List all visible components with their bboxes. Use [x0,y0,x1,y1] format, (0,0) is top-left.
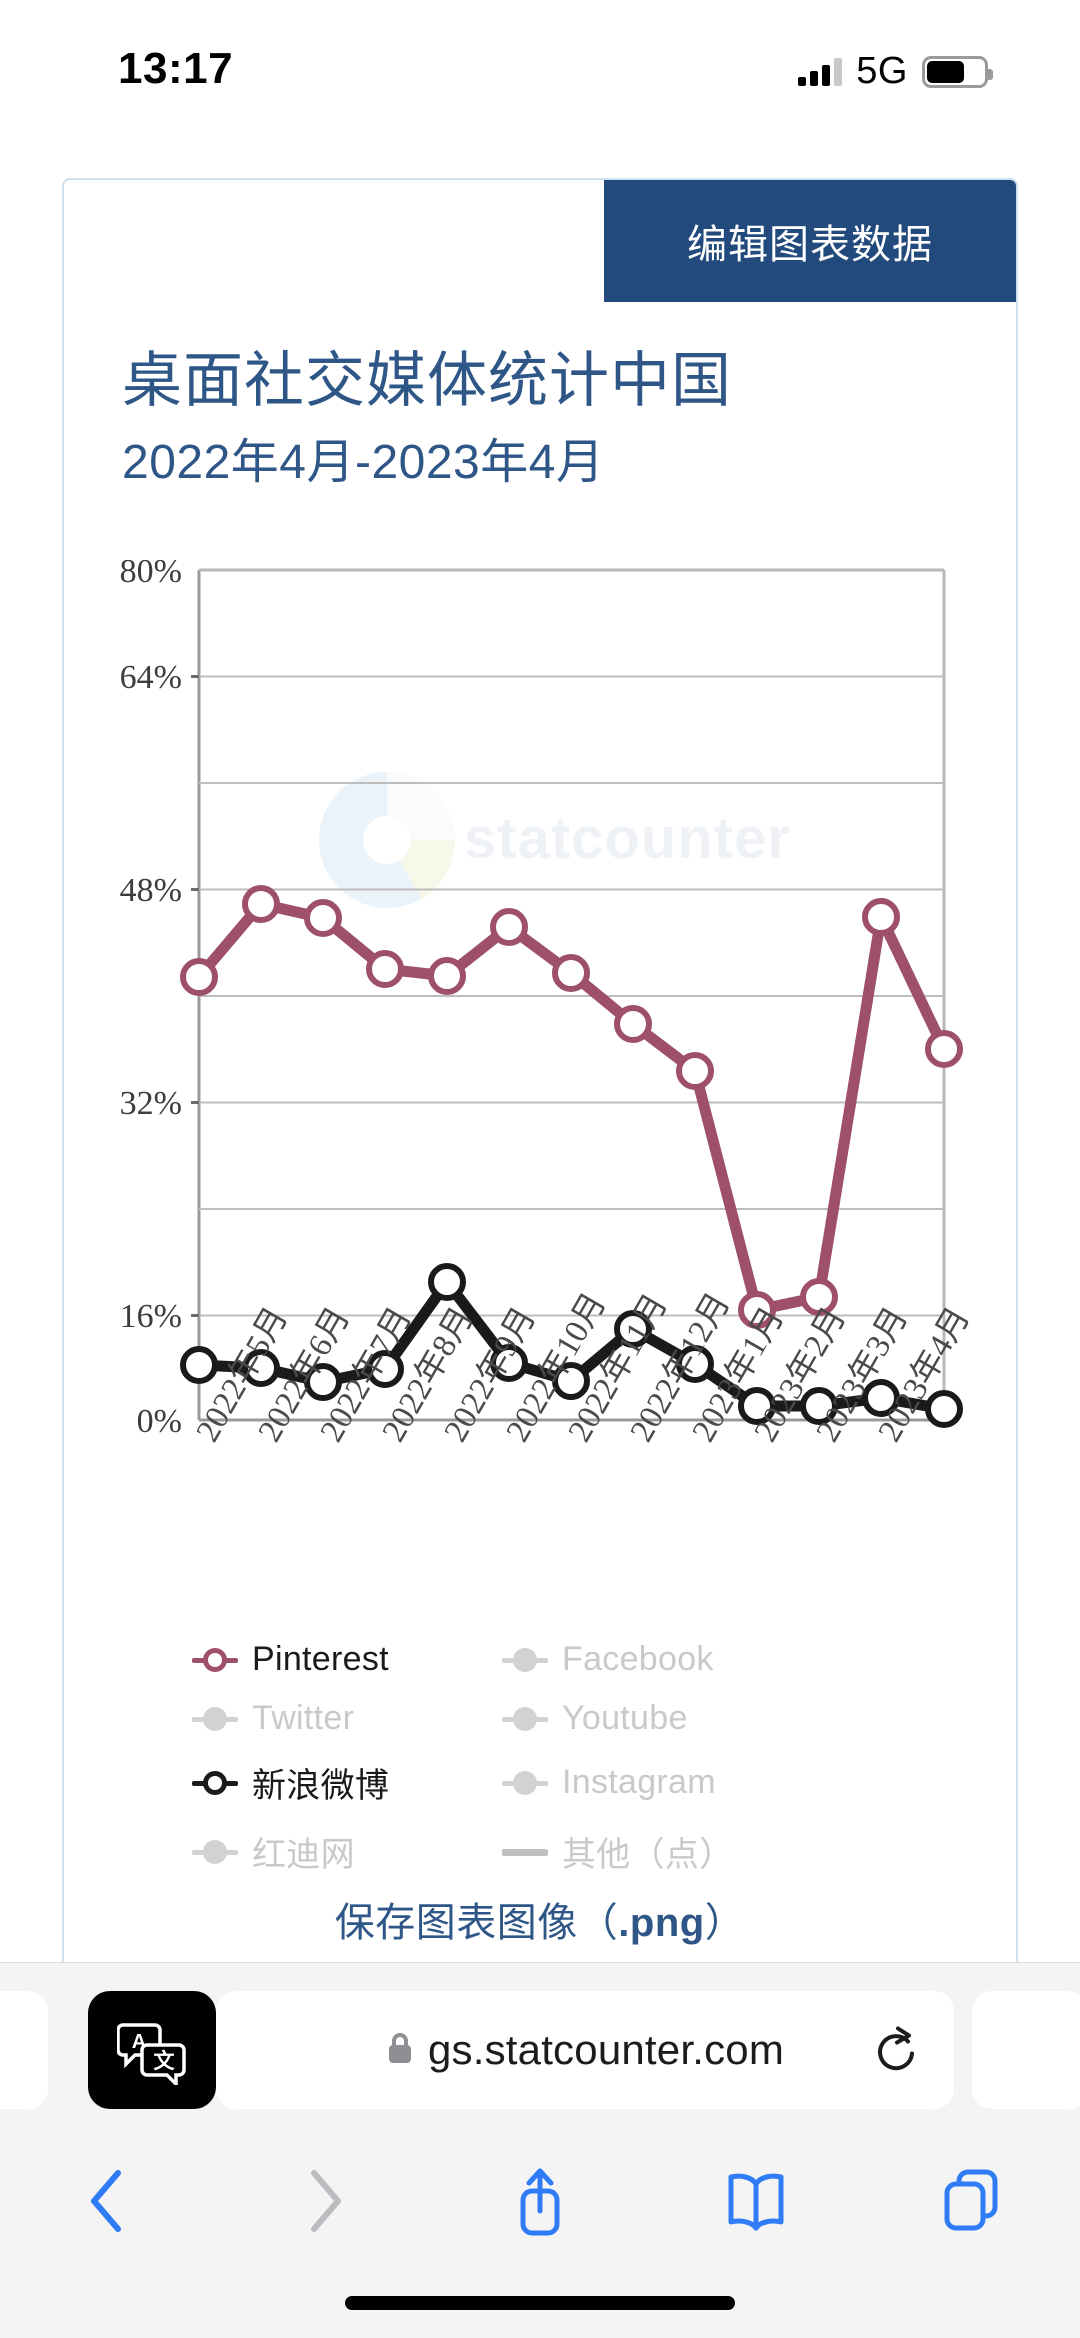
legend-marker-dot-icon [502,1646,548,1674]
forward-button[interactable] [216,2165,432,2237]
tabs-button[interactable] [864,2164,1080,2238]
share-button[interactable] [432,2163,648,2239]
address-bar[interactable]: gs.statcounter.com [216,1991,954,2109]
y-tick-48: 48% [120,872,182,909]
chart-area: statcounter 80% 64% 48% 32% 16% 0% 2022年… [64,560,1018,1680]
network-type-label: 5G [856,50,908,92]
browser-toolbar [0,2141,1080,2261]
chart-card: 编辑图表数据 桌面社交媒体统计中国 2022年4月-2023年4月 statco… [62,178,1018,1968]
phone-screen: 13:17 5G 编辑图表数据 桌面社交媒体统计中国 2022年4月-2023年… [0,0,1080,2338]
legend-item-pinterest[interactable]: Pinterest [192,1640,502,1679]
legend-label: 新浪微博 [252,1767,390,1805]
edit-chart-data-button[interactable]: 编辑图表数据 [604,180,1016,302]
legend-item-reddit[interactable]: 红迪网 [192,1827,502,1876]
back-button[interactable] [0,2165,216,2237]
legend-marker-dot-icon [502,1705,548,1733]
legend-marker-ring-icon [192,1646,238,1674]
chart-legend: Pinterest Facebook Twitter Youtube 新浪微博 … [192,1640,892,1876]
legend-item-youtube[interactable]: Youtube [502,1699,892,1738]
url-text: gs.statcounter.com [427,2026,785,2073]
legend-marker-dot-icon [502,1769,548,1797]
reload-icon [878,2026,914,2071]
legend-marker-dot-icon [192,1838,238,1866]
translate-icon: A 文 [117,2023,186,2085]
y-tick-0: 0% [137,1403,182,1440]
legend-marker-dot-icon [192,1705,238,1733]
y-axis-labels: 80% 64% 48% 32% 16% 0% [120,560,182,1440]
legend-label: Facebook [562,1640,714,1678]
edit-chart-data-label: 编辑图表数据 [687,223,933,267]
save-link-suffix: ） [704,1901,746,1945]
legend-label: Twitter [252,1699,355,1737]
legend-label: Youtube [562,1699,688,1737]
save-chart-image-link[interactable]: 保存图表图像（.png） [64,1890,1016,1948]
save-link-prefix: 保存图表图像（ [334,1901,619,1945]
translate-page-button[interactable]: A 文 [88,1991,216,2109]
status-time: 13:17 [118,44,234,93]
bookmarks-button[interactable] [648,2166,864,2236]
chart-titles: 桌面社交媒体统计中国 2022年4月-2023年4月 [122,348,732,492]
status-indicators: 5G [798,50,993,93]
tabs-icon [944,2169,998,2231]
svg-text:statcounter: statcounter [464,806,791,871]
legend-label: 其他（点） [562,1836,734,1874]
legend-label: 红迪网 [252,1836,355,1874]
legend-item-twitter[interactable]: Twitter [192,1699,502,1738]
cellular-bars-icon [798,57,843,86]
y-tick-80: 80% [120,560,182,590]
statcounter-watermark: statcounter [319,772,791,908]
next-tab-edge[interactable] [972,1991,1080,2109]
svg-text:文: 文 [154,2049,176,2073]
legend-item-other[interactable]: 其他（点） [502,1827,892,1876]
battery-icon [922,55,993,88]
status-bar: 13:17 5G [0,0,1080,140]
chevron-right-icon [311,2170,341,2232]
lock-icon [386,2030,414,2071]
y-tick-16: 16% [120,1298,182,1335]
legend-label: Instagram [562,1763,716,1801]
home-indicator [345,2296,735,2310]
legend-item-instagram[interactable]: Instagram [502,1758,892,1807]
page-title: 桌面社交媒体统计中国 [122,347,732,414]
previous-tab-edge[interactable] [0,1991,48,2109]
save-link-extension: .png [618,1901,705,1945]
chevron-left-icon [91,2170,121,2232]
page-subtitle: 2022年4月-2023年4月 [122,436,605,489]
legend-marker-line-icon [502,1838,548,1866]
legend-item-facebook[interactable]: Facebook [502,1640,892,1679]
book-icon [728,2173,784,2231]
legend-item-weibo[interactable]: 新浪微博 [192,1758,502,1807]
y-tick-64: 64% [120,659,182,696]
share-icon [520,2168,560,2236]
reload-button[interactable] [870,2022,918,2079]
series-pinterest[interactable] [180,885,963,1329]
legend-label: Pinterest [252,1640,389,1678]
legend-marker-ring-icon [192,1769,238,1797]
line-chart[interactable]: statcounter 80% 64% 48% 32% 16% 0% 2022年… [64,560,1018,1680]
browser-chrome: A 文 gs.statcounter.com [0,1962,1080,2338]
y-tick-32: 32% [120,1085,182,1122]
